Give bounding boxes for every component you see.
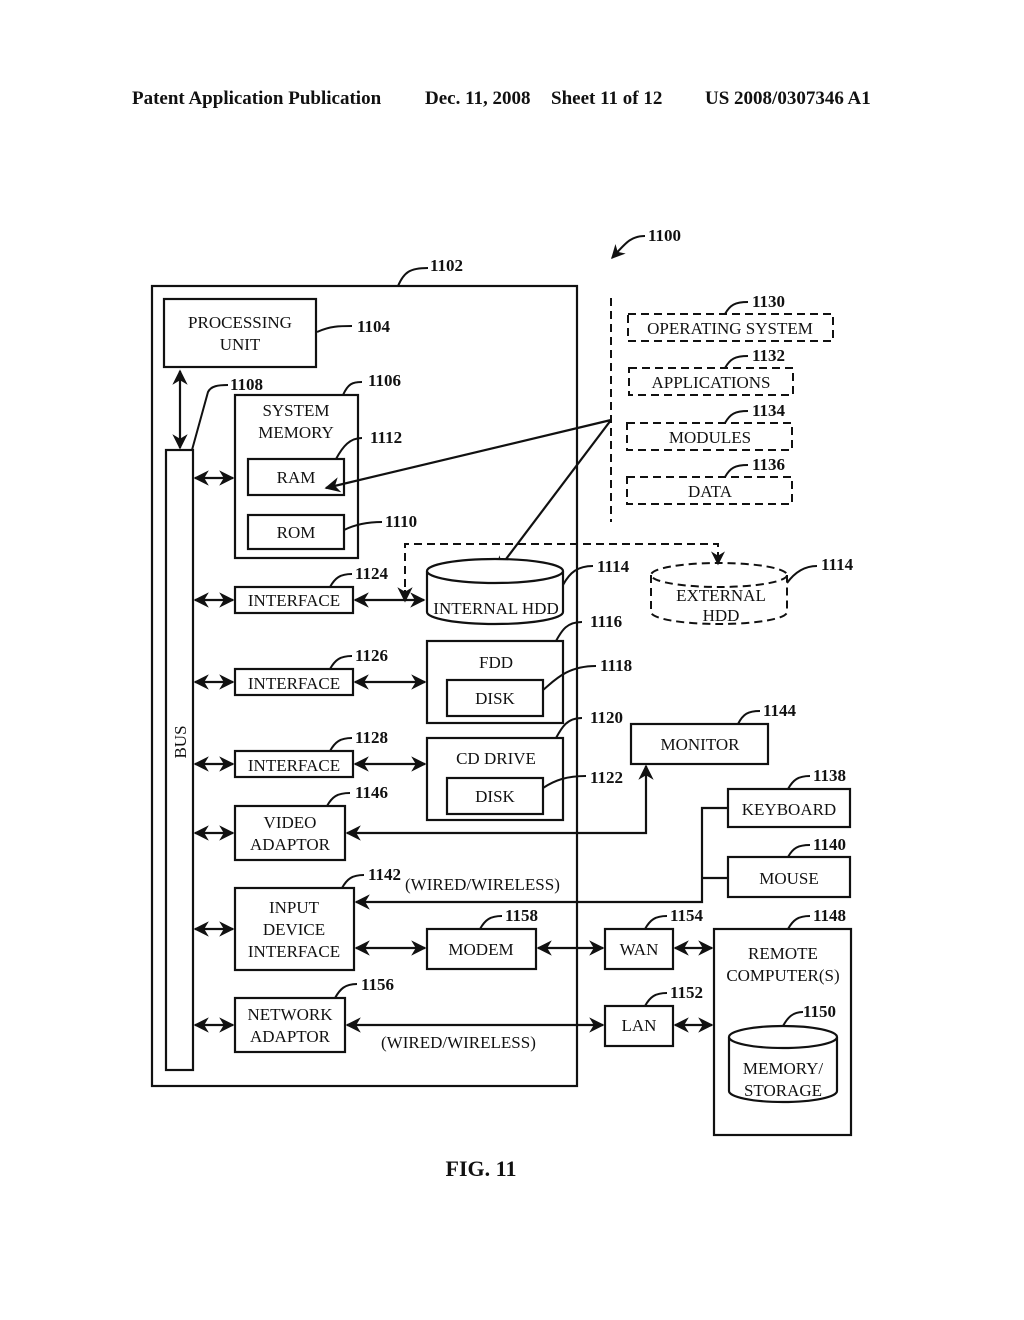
svg-text:1130: 1130 [752,292,785,311]
svg-text:ADAPTOR: ADAPTOR [250,1027,331,1046]
svg-text:HDD: HDD [703,606,740,625]
input-device-interface-box: INPUT DEVICE INTERFACE 1142 [233,865,401,972]
svg-text:1108: 1108 [230,375,263,394]
wired-wireless-network-label: (WIRED/WIRELESS) [381,1033,536,1052]
svg-text:LAN: LAN [622,1016,657,1035]
svg-text:INTERNAL HDD: INTERNAL HDD [433,599,558,618]
svg-text:1158: 1158 [505,906,538,925]
svg-text:SYSTEM: SYSTEM [262,401,329,420]
svg-text:INPUT: INPUT [269,898,320,917]
svg-text:1132: 1132 [752,346,785,365]
svg-text:DISK: DISK [475,787,515,806]
svg-text:INTERFACE: INTERFACE [248,756,340,775]
rom-box: ROM 1110 [246,512,417,551]
data-box: DATA 1136 [626,455,793,505]
svg-text:CD DRIVE: CD DRIVE [456,749,536,768]
svg-text:1104: 1104 [357,317,391,336]
svg-text:REMOTE: REMOTE [748,944,818,963]
system-ref-1100: 1100 [611,226,681,260]
svg-text:APPLICATIONS: APPLICATIONS [651,373,770,392]
svg-text:1106: 1106 [368,371,401,390]
svg-text:ADAPTOR: ADAPTOR [250,835,331,854]
svg-text:INTERFACE: INTERFACE [248,591,340,610]
figure-caption: FIG. 11 [446,1156,517,1181]
external-hdd-cylinder: EXTERNAL HDD 1114 [650,555,854,625]
svg-text:1152: 1152 [670,983,703,1002]
svg-text:1156: 1156 [361,975,394,994]
interface-1124-box: INTERFACE 1124 [233,564,389,615]
interface-1128-box: INTERFACE 1128 [233,728,388,779]
svg-text:COMPUTER(S): COMPUTER(S) [726,966,839,985]
svg-text:VIDEO: VIDEO [264,813,317,832]
computer-system-diagram: 1100 1102 PROCESSING UNIT 1104 BUS 1108 … [150,226,854,1181]
svg-text:1128: 1128 [355,728,388,747]
svg-text:1154: 1154 [670,906,704,925]
svg-text:ROM: ROM [277,523,316,542]
processing-unit-box: PROCESSING UNIT 1104 [162,297,391,369]
svg-text:1122: 1122 [590,768,623,787]
svg-text:INTERFACE: INTERFACE [248,674,340,693]
monitor-box: MONITOR 1144 [629,701,797,766]
svg-text:1124: 1124 [355,564,389,583]
svg-text:BUS: BUS [171,725,190,758]
interface-1126-box: INTERFACE 1126 [233,646,388,697]
svg-text:1136: 1136 [752,455,785,474]
operating-system-box: OPERATING SYSTEM 1130 [627,292,834,342]
svg-text:UNIT: UNIT [220,335,261,354]
svg-text:1138: 1138 [813,766,846,785]
svg-text:OPERATING SYSTEM: OPERATING SYSTEM [647,319,813,338]
svg-text:1100: 1100 [648,226,681,245]
svg-text:MODULES: MODULES [669,428,751,447]
svg-text:INTERFACE: INTERFACE [248,942,340,961]
svg-text:STORAGE: STORAGE [744,1081,822,1100]
svg-text:1146: 1146 [355,783,388,802]
svg-text:MEMORY: MEMORY [258,423,334,442]
modem-box: MODEM 1158 [425,906,538,971]
svg-text:1126: 1126 [355,646,388,665]
svg-text:1150: 1150 [803,1002,836,1021]
svg-text:1118: 1118 [600,656,632,675]
svg-text:1102: 1102 [430,256,463,275]
network-adaptor-box: NETWORK ADAPTOR 1156 [233,975,394,1054]
mouse-box: MOUSE 1140 [726,835,852,899]
lan-box: LAN 1152 [603,983,703,1048]
wan-box: WAN 1154 [603,906,704,971]
modules-box: MODULES 1134 [626,401,793,451]
svg-text:WAN: WAN [620,940,659,959]
svg-text:DISK: DISK [475,689,515,708]
svg-text:1134: 1134 [752,401,786,420]
svg-text:DATA: DATA [688,482,733,501]
svg-text:MONITOR: MONITOR [660,735,740,754]
svg-text:1148: 1148 [813,906,846,925]
svg-text:1114: 1114 [597,557,630,576]
svg-text:DEVICE: DEVICE [263,920,325,939]
svg-text:MODEM: MODEM [448,940,513,959]
svg-text:MOUSE: MOUSE [759,869,819,888]
svg-text:1120: 1120 [590,708,623,727]
svg-text:1142: 1142 [368,865,401,884]
svg-text:1144: 1144 [763,701,797,720]
svg-text:MEMORY/: MEMORY/ [743,1059,824,1078]
svg-text:1110: 1110 [385,512,417,531]
svg-text:1116: 1116 [590,612,622,631]
wired-wireless-input-label: (WIRED/WIRELESS) [405,875,560,894]
svg-text:EXTERNAL: EXTERNAL [676,586,766,605]
svg-text:1140: 1140 [813,835,846,854]
svg-text:NETWORK: NETWORK [248,1005,334,1024]
svg-text:KEYBOARD: KEYBOARD [742,800,836,819]
svg-text:1112: 1112 [370,428,402,447]
svg-text:RAM: RAM [277,468,316,487]
svg-text:1114: 1114 [821,555,854,574]
keyboard-box: KEYBOARD 1138 [726,766,852,829]
video-adaptor-box: VIDEO ADAPTOR 1146 [233,783,388,862]
svg-text:PROCESSING: PROCESSING [188,313,292,332]
svg-text:FDD: FDD [479,653,513,672]
applications-box: APPLICATIONS 1132 [628,346,794,396]
